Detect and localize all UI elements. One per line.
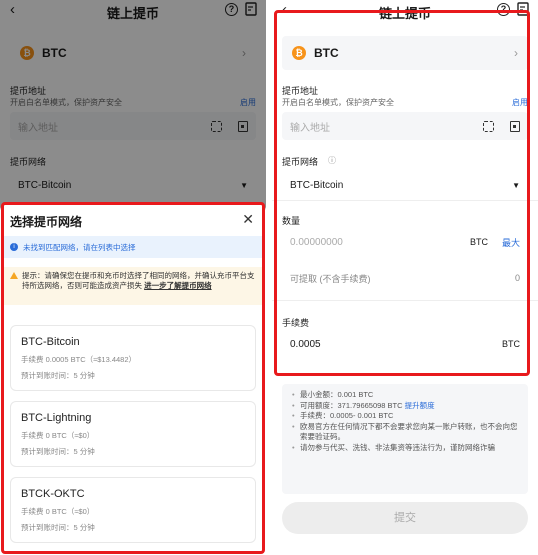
address-input[interactable]: 输入地址 (282, 112, 528, 140)
raise-quota-link[interactable]: 提升额度 (405, 401, 435, 410)
warning-banner: 提示：请确保您在提币和充币时选择了相同的网络，并确认充币平台支持所选网络，否则可… (4, 267, 262, 305)
amount-unit: BTC (469, 237, 488, 247)
fraud-note: 请勿参与代买、洗钱、非法集资等违法行为，谨防网络诈骗 (292, 443, 518, 454)
min-amount-note: 最小金额：0.001 BTC (292, 390, 518, 401)
info-icon: i (10, 243, 18, 251)
caret-down-icon: ▼ (512, 180, 520, 190)
divider (272, 200, 538, 201)
close-icon[interactable]: ✕ (242, 211, 254, 228)
warning-icon (10, 272, 18, 279)
fee-range-note: 手续费：0.0005- 0.001 BTC (292, 411, 518, 422)
available-row: 可提取 (不含手续费) 0 (282, 264, 528, 292)
address-sub: 开启白名单模式，保护资产安全 (282, 98, 394, 107)
network-sheet: 选择提币网络 ✕ i 未找到匹配网络，请在列表中选择 提示：请确保您在提币和充币… (0, 203, 266, 555)
left-screen: ‹ 链上提币 ? ₿ BTC › 提币地址 开启白名单模式，保护资产安全 启用 … (0, 0, 266, 555)
submit-button[interactable]: 提交 (282, 502, 528, 534)
address-placeholder: 输入地址 (290, 122, 330, 134)
modal-backdrop[interactable] (0, 0, 266, 210)
network-select[interactable]: BTC-Bitcoin ▼ (282, 172, 528, 198)
network-fee: 手续费 0 BTC（≈$0） (21, 431, 95, 440)
address-book-icon[interactable] (510, 120, 520, 132)
network-option-btc-bitcoin[interactable]: BTC-Bitcoin 手续费 0.0005 BTC（≈$13.4482） 预计… (10, 325, 256, 391)
quota-text: 可用额度：371.79665098 BTC (300, 400, 403, 410)
right-screen: ‹ 链上提币 ? ₿ BTC › 提币地址 开启白名单模式，保护资产安全 启用 … (272, 0, 538, 555)
info-text: 未找到匹配网络，请在列表中选择 (23, 242, 136, 252)
scan-icon[interactable] (483, 120, 494, 132)
fee-value: 0.0005 (290, 338, 321, 350)
fee-label: 手续费 (282, 318, 310, 328)
fee-field: 0.0005 BTC (282, 330, 528, 358)
network-fee: 手续费 0.0005 BTC（≈$13.4482） (21, 355, 137, 364)
sheet-title: 选择提币网络 (10, 215, 83, 229)
max-button[interactable]: 最大 (502, 236, 520, 249)
network-name: BTC-Lightning (21, 412, 92, 424)
info-banner: i 未找到匹配网络，请在列表中选择 (4, 236, 262, 258)
available-value: 0 (514, 273, 520, 283)
network-time: 预计到账时间：5 分钟 (21, 523, 95, 532)
records-icon[interactable] (517, 2, 530, 17)
address-label: 提币地址 (282, 86, 319, 96)
divider (272, 300, 538, 301)
fee-unit: BTC (502, 339, 520, 349)
network-value: BTC-Bitcoin (290, 179, 344, 191)
chevron-right-icon: › (514, 46, 518, 60)
notes-panel: 最小金额：0.001 BTC 可用额度：371.79665098 BTC 提升额… (282, 384, 528, 494)
learn-more-link[interactable]: 进一步了解提币网络 (144, 281, 212, 290)
help-icon[interactable]: ? (497, 3, 510, 16)
security-note: 欧易官方在任何情况下都不会要求您向某一账户转账，也不会向您索要验证码。 (292, 422, 518, 443)
amount-placeholder: 0.00000000 (290, 236, 343, 248)
top-bar: ‹ 链上提币 ? (272, 0, 538, 22)
amount-label: 数量 (282, 216, 301, 226)
amount-input[interactable]: 0.00000000 BTC 最大 (282, 228, 528, 256)
available-label: 可提取 (不含手续费) (290, 273, 371, 284)
network-fee: 手续费 0 BTC（≈$0） (21, 507, 95, 516)
quota-note: 可用额度：371.79665098 BTC 提升额度 (292, 401, 518, 412)
coin-selector[interactable]: ₿ BTC › (282, 36, 528, 70)
btc-coin-icon: ₿ (292, 46, 306, 60)
network-time: 预计到账时间：5 分钟 (21, 447, 95, 456)
network-label: 提币网络 (282, 157, 319, 167)
network-time: 预计到账时间：5 分钟 (21, 371, 95, 380)
network-name: BTC-Bitcoin (21, 336, 80, 348)
whitelist-enable-link[interactable]: 启用 (512, 97, 528, 108)
coin-symbol: BTC (314, 46, 339, 60)
network-name: BTCK-OKTC (21, 488, 85, 500)
info-icon[interactable]: ⓘ (328, 155, 336, 166)
network-option-btc-lightning[interactable]: BTC-Lightning 手续费 0 BTC（≈$0） 预计到账时间：5 分钟 (10, 401, 256, 467)
warning-text: 提示：请确保您在提币和充币时选择了相同的网络，并确认充币平台支持所选网络，否则可… (22, 271, 255, 290)
network-option-btck-oktc[interactable]: BTCK-OKTC 手续费 0 BTC（≈$0） 预计到账时间：5 分钟 (10, 477, 256, 543)
